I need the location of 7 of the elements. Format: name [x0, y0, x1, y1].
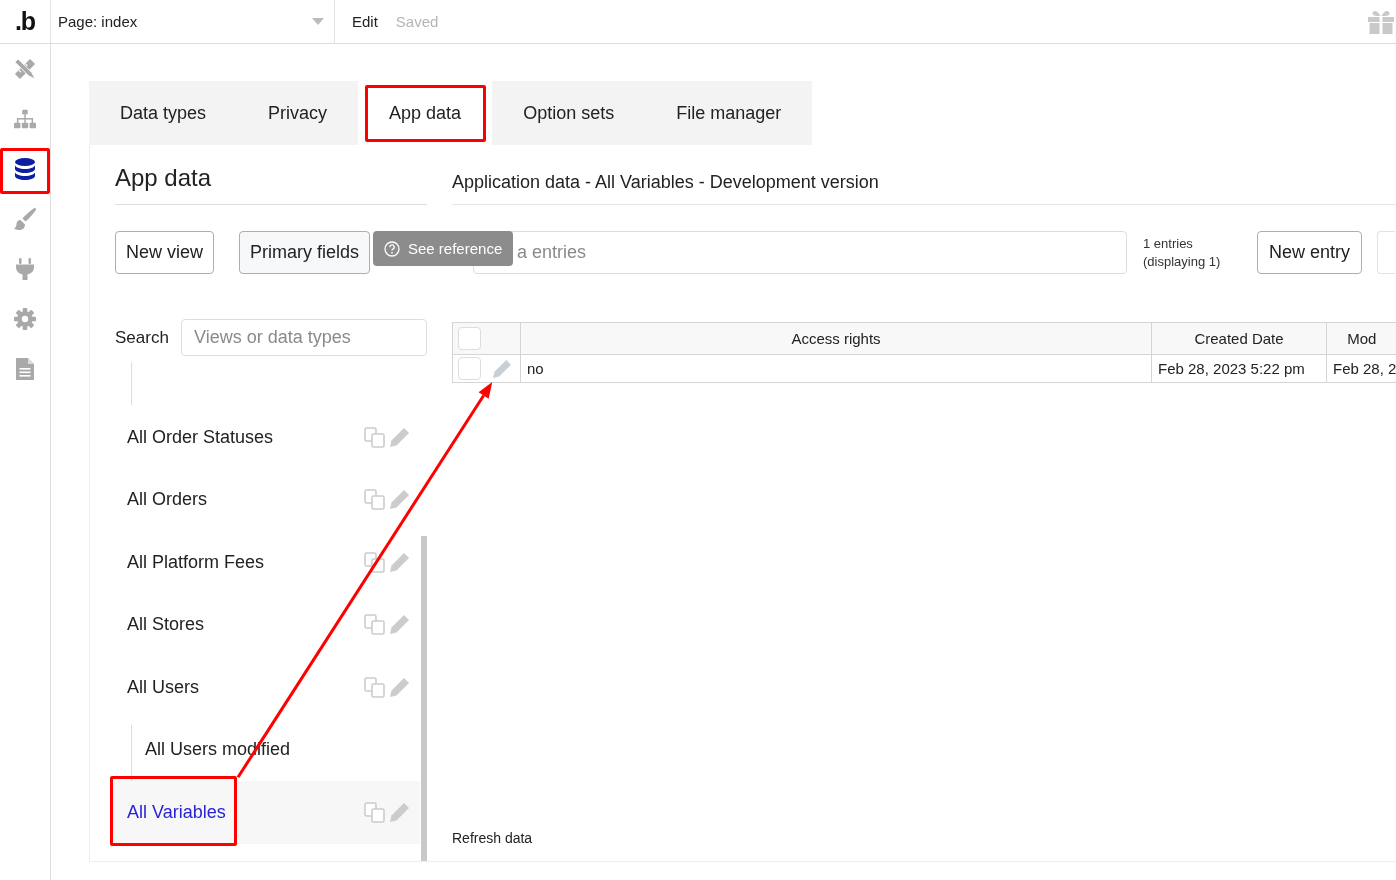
- save-status: Saved: [395, 13, 439, 30]
- search-label: Search: [115, 327, 170, 348]
- data-title: Application data - All Variables - Development version: [452, 145, 1396, 205]
- panel-title: App data: [115, 145, 427, 205]
- table-cell: Feb 28, 2023 5:22 pm: [1151, 354, 1327, 383]
- entry-count: 1 entries (displaying 1): [1143, 234, 1222, 271]
- table-cell: no: [520, 354, 1152, 383]
